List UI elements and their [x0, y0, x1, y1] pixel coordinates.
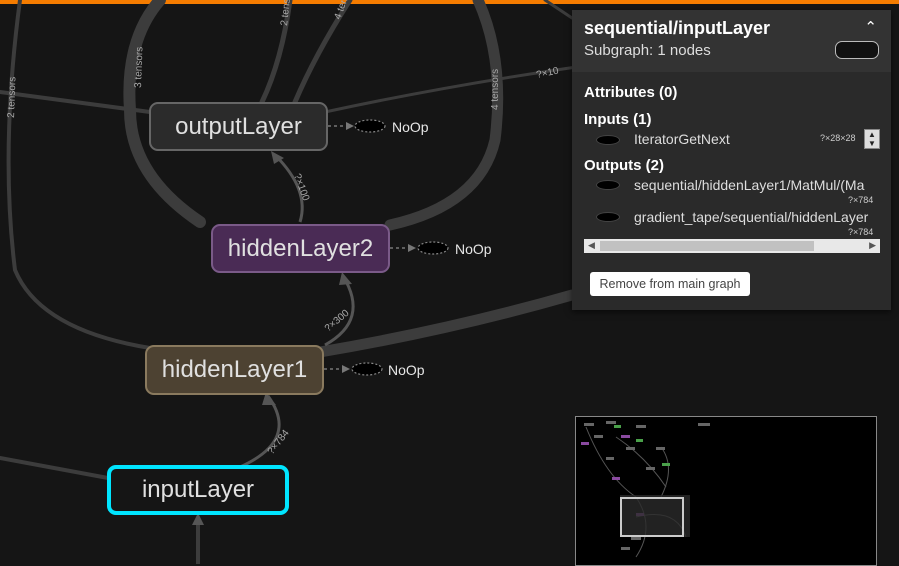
noop-label-output[interactable]: NoOp	[392, 119, 429, 135]
node-label: outputLayer	[175, 112, 302, 140]
output-node-icon	[596, 180, 620, 190]
scroll-right-icon[interactable]: ▶	[869, 240, 876, 251]
edge-label-left: 2 tensors	[6, 77, 18, 118]
panel-title: sequential/inputLayer	[584, 18, 771, 38]
attributes-heading: Attributes (0)	[584, 84, 678, 101]
scrollbar-thumb[interactable]	[600, 241, 814, 251]
output-name[interactable]: sequential/hiddenLayer1/MatMul/(Ma	[634, 177, 879, 193]
edge-label-x10: ?×10	[535, 65, 560, 81]
panel-header: sequential/inputLayer Subgraph: 1 nodes …	[572, 10, 891, 72]
edge-label-top1: 2 tensors	[279, 0, 294, 26]
input-node-icon	[596, 135, 620, 145]
noop-label-hidden1[interactable]: NoOp	[388, 362, 425, 378]
node-label: hiddenLayer1	[161, 356, 308, 383]
edge-label-in-h1: ?×784	[266, 428, 292, 457]
edge-label-mid: 3 tensors	[133, 47, 145, 88]
edge-label-right: 4 tensors	[490, 69, 501, 110]
expand-toggle[interactable]	[835, 41, 879, 59]
node-label: hiddenLayer2	[227, 234, 374, 262]
node-outputLayer[interactable]: outputLayer	[149, 102, 328, 151]
minimap-viewport[interactable]	[620, 497, 684, 537]
noop-hidden2-ellipse	[417, 241, 449, 255]
inputs-heading: Inputs (1)	[584, 111, 652, 128]
output-shape: ?×784	[848, 227, 874, 237]
noop-hidden1-ellipse	[351, 362, 383, 376]
horizontal-scrollbar[interactable]: ◀ ▶	[584, 239, 880, 253]
node-info-panel: sequential/inputLayer Subgraph: 1 nodes …	[572, 10, 891, 310]
chevron-up-icon[interactable]: ⌃	[864, 18, 877, 36]
node-hiddenLayer2[interactable]: hiddenLayer2	[211, 224, 390, 273]
noop-output-ellipse	[354, 119, 386, 133]
noop-label-hidden2[interactable]: NoOp	[455, 241, 492, 257]
panel-subtitle: Subgraph: 1 nodes	[584, 42, 711, 59]
edge-label-top2: 4 tensors	[332, 0, 356, 21]
minimap-graph	[581, 421, 710, 558]
edge-4-tensors	[384, 0, 504, 231]
node-hiddenLayer1[interactable]: hiddenLayer1	[145, 345, 324, 395]
output-shape: ?×784	[848, 195, 874, 205]
minimap[interactable]	[575, 416, 877, 566]
outputs-heading: Outputs (2)	[584, 157, 664, 174]
remove-from-main-graph-button[interactable]: Remove from main graph	[590, 272, 750, 296]
node-inputLayer[interactable]: inputLayer	[107, 465, 289, 515]
node-label: inputLayer	[141, 476, 255, 503]
output-node-icon	[596, 212, 620, 222]
edge-label-h1-h2: ?×300	[323, 308, 352, 335]
input-name[interactable]: IteratorGetNext	[634, 131, 784, 147]
scroll-left-icon[interactable]: ◀	[588, 240, 595, 251]
input-stepper[interactable]: ▲ ▼	[864, 129, 880, 149]
output-name[interactable]: gradient_tape/sequential/hiddenLayer	[634, 209, 879, 225]
edge-label-h2-out: ?×100	[291, 172, 311, 203]
input-shape: ?×28×28	[820, 133, 856, 143]
